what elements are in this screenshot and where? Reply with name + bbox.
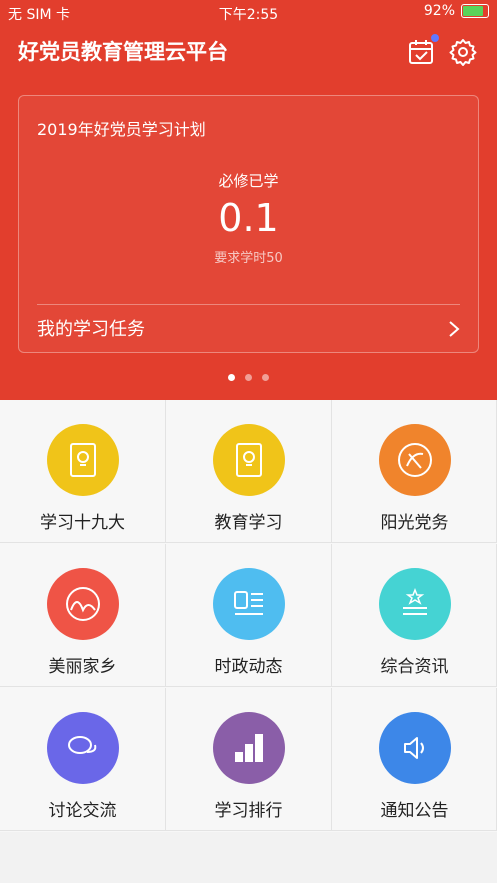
menu-item-label: 综合资讯 [380, 657, 449, 677]
notification-dot [431, 34, 439, 42]
required-hours: 要求学时50 [214, 251, 283, 266]
speaker-icon [379, 712, 451, 784]
plan-title: 2019年好党员学习计划 [37, 120, 206, 139]
study-plan-card[interactable]: 2019年好党员学习计划 必修已学 0.1 要求学时50 我的学习任务 [18, 95, 479, 353]
party-emblem-icon [379, 424, 451, 496]
news-icon [213, 568, 285, 640]
menu-item[interactable]: 学习十九大 [0, 400, 166, 543]
menu-item-label: 通知公告 [380, 801, 449, 821]
menu-item-label: 学习排行 [214, 801, 283, 821]
menu-item-label: 教育学习 [214, 513, 283, 533]
carousel-pager [0, 374, 497, 381]
menu-item[interactable]: 教育学习 [166, 400, 332, 543]
battery-icon [461, 4, 489, 18]
function-grid: 学习十九大 教育学习 阳光党务美丽家乡 时政动态 综合资讯讨论交流 学习排行 通知公告 [0, 400, 497, 832]
menu-item[interactable]: 学习排行 [166, 688, 332, 831]
calendar-check-icon [409, 40, 433, 64]
clock: 下午2:55 [218, 7, 279, 23]
menu-item[interactable]: 综合资讯 [332, 544, 497, 687]
landscape-icon [47, 568, 119, 640]
required-label: 必修已学 [218, 172, 279, 190]
pager-dot[interactable] [262, 374, 269, 381]
menu-item-label: 时政动态 [214, 657, 283, 677]
book-lightbulb-icon [213, 424, 285, 496]
menu-item-label: 阳光党务 [380, 513, 449, 533]
battery-indicator: 92% [424, 3, 489, 19]
calendar-button[interactable] [407, 34, 439, 66]
page-title: 好党员教育管理云平台 [18, 40, 228, 64]
my-tasks-link[interactable]: 我的学习任务 [37, 315, 145, 341]
status-bar: 无 SIM 卡 下午2:55 92% [0, 0, 497, 26]
settings-button[interactable] [449, 38, 477, 66]
chevron-right-icon[interactable] [448, 320, 460, 338]
menu-item[interactable]: 时政动态 [166, 544, 332, 687]
menu-item-label: 美丽家乡 [48, 657, 117, 677]
star-list-icon [379, 568, 451, 640]
pager-dot[interactable] [228, 374, 235, 381]
pager-dot[interactable] [245, 374, 252, 381]
battery-percent: 92% [423, 3, 455, 19]
divider [37, 304, 460, 305]
menu-item-label: 学习十九大 [40, 513, 125, 533]
header: 无 SIM 卡 下午2:55 92% 好党员教育管理云平台 2019年好党员学习… [0, 0, 497, 400]
ranking-blocks-icon [213, 712, 285, 784]
menu-item[interactable]: 阳光党务 [332, 400, 497, 543]
studied-hours: 0.1 [218, 196, 279, 240]
book-lightbulb-icon [47, 424, 119, 496]
chat-bubbles-icon [47, 712, 119, 784]
menu-item[interactable]: 讨论交流 [0, 688, 166, 831]
menu-item[interactable]: 通知公告 [332, 688, 497, 831]
menu-item[interactable]: 美丽家乡 [0, 544, 166, 687]
gear-icon [449, 39, 477, 66]
menu-item-label: 讨论交流 [48, 801, 117, 821]
